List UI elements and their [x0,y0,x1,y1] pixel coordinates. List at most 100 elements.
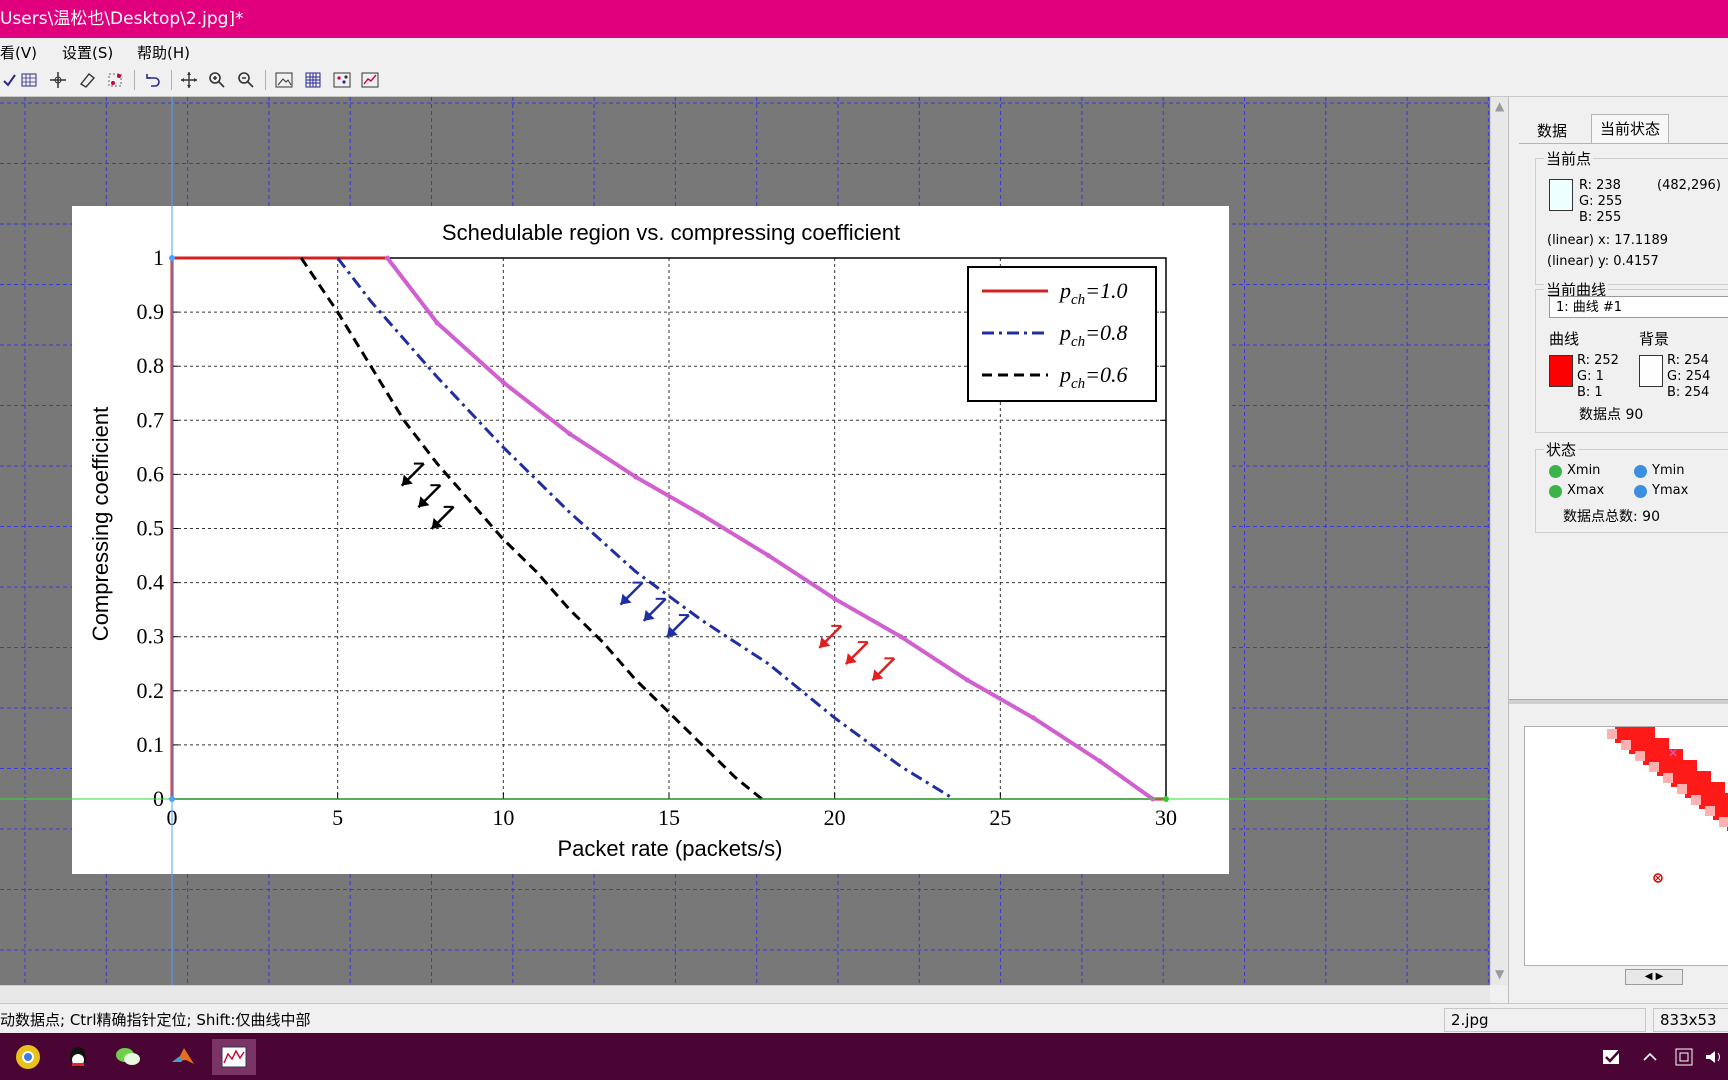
cp-y: (linear) y: 0.4157 [1547,254,1659,269]
qq-icon[interactable] [60,1039,96,1075]
y-tick-label: 0.4 [137,570,165,595]
legend: pch=1.0 pch=0.8 pch=0.6 [967,266,1157,402]
eraser-icon[interactable] [75,69,99,91]
scroll-down-icon[interactable]: ▼ [1495,967,1504,981]
svg-text:✕: ✕ [1668,746,1678,760]
chrome-icon[interactable] [10,1039,46,1075]
menu-bar: 看(V) 设置(S) 帮助(H) [0,38,1728,65]
zoom-in-icon[interactable] [205,69,229,91]
bg-g: G: 254 [1667,369,1711,384]
ymin-status-icon [1634,465,1647,478]
undo-icon[interactable] [140,69,164,91]
panel-splitter[interactable] [1509,699,1728,704]
xmin-label: Xmin [1567,463,1601,478]
x-tick-label: 15 [658,805,680,830]
xmax-label: Xmax [1567,483,1605,498]
status-title: 状态 [1544,439,1579,460]
digitized-point [384,255,390,261]
canvas-area[interactable]: Schedulable region vs. compressing coeff… [0,97,1490,985]
bg-r: R: 254 [1667,353,1709,368]
menu-help[interactable]: 帮助(H) [137,42,190,63]
magnified-pixel-edge [1663,773,1673,783]
crosshair-icon[interactable] [46,69,70,91]
magnified-pixel-edge [1719,817,1728,827]
total-points: 数据点总数: 90 [1563,509,1660,525]
grid-curve-icon[interactable] [17,69,41,91]
volume-icon[interactable] [1696,1039,1728,1075]
digitized-point [699,512,705,518]
vertical-scrollbar[interactable]: ▲ ▼ [1490,97,1509,985]
magnified-pixel-edge [1705,806,1715,816]
magnified-pixel-edge [1607,729,1617,739]
window-title: Users\温松也\Desktop\2.jpg]* [0,9,244,29]
curve-g: G: 1 [1577,369,1604,384]
curve-r: R: 252 [1577,353,1619,368]
taskbar [0,1033,1728,1080]
curve-select[interactable]: 1: 曲线 #1 [1549,296,1728,318]
grid-icon[interactable] [301,69,325,91]
menu-view[interactable]: 看(V) [0,42,37,63]
bg-b: B: 254 [1667,385,1710,400]
points-icon[interactable] [330,69,354,91]
cp-x: (linear) x: 17.1189 [1547,233,1669,248]
curve-points-count: 数据点 90 [1579,407,1644,423]
zoom-out-icon[interactable] [234,69,258,91]
magnified-pixel-edge [1649,762,1659,772]
magnifier-nav[interactable]: ◀ ▶ [1625,969,1683,985]
getdata-icon[interactable] [212,1039,256,1075]
horizontal-scrollbar[interactable] [0,985,1490,1004]
image-icon[interactable] [272,69,296,91]
status-bar: 动数据点; Ctrl精确指针定位; Shift:仅曲线中部 2.jpg 833x… [0,1003,1728,1034]
digitized-point [832,596,838,602]
ymax-status-icon [1634,485,1647,498]
digitized-point [1030,715,1036,721]
digitized-point [567,431,573,437]
xmin-status-icon [1549,465,1562,478]
x-axis-label: Packet rate (packets/s) [558,836,783,861]
ymin-marker[interactable] [169,796,175,802]
y-tick-label: 0.6 [137,461,165,486]
scroll-up-icon[interactable]: ▲ [1495,99,1504,113]
background-color-swatch[interactable] [1639,355,1663,387]
toolbar [0,64,1728,97]
tray-expand-icon[interactable] [1632,1039,1668,1075]
status-file: 2.jpg [1444,1008,1646,1032]
magnified-pixel-edge [1691,795,1701,805]
wechat-icon[interactable] [110,1039,146,1075]
curve-b: B: 1 [1577,385,1603,400]
bg-color-label: 背景 [1639,330,1670,348]
ymax-marker[interactable] [169,255,175,261]
move-icon[interactable] [177,69,201,91]
xmax-marker[interactable] [1163,796,1169,802]
y-tick-label: 0.8 [137,353,165,378]
menu-settings[interactable]: 设置(S) [62,42,113,63]
digitized-point [964,677,970,683]
title-bar: Users\温松也\Desktop\2.jpg]* [0,0,1728,38]
magnified-pixel-edge [1621,740,1631,750]
chart-icon[interactable] [358,69,382,91]
x-tick-label: 20 [824,805,846,830]
matlab-icon[interactable] [165,1039,201,1075]
current-point-title: 当前点 [1544,148,1594,169]
ymin-label: Ymin [1652,463,1685,478]
ymax-label: Ymax [1652,483,1689,498]
x-tick-label: 25 [989,805,1011,830]
scatter-select-icon[interactable] [103,69,127,91]
y-tick-label: 1 [153,245,164,270]
notification-check-icon[interactable] [1594,1039,1630,1075]
canvas-svg[interactable]: Schedulable region vs. compressing coeff… [0,97,1490,985]
tab-data[interactable]: 数据 [1529,117,1575,145]
digitized-point [633,474,639,480]
cp-coords: (482,296) [1657,178,1721,193]
cp-g: G: 255 [1579,194,1623,209]
tab-current-state[interactable]: 当前状态 [1591,114,1670,143]
side-panel: 数据 当前状态 当前点 R: 238 G: 255 B: 255 (482,29… [1508,97,1728,1003]
cp-r: R: 238 [1579,178,1621,193]
curve-color-swatch[interactable] [1549,355,1573,387]
xmax-status-icon [1549,485,1562,498]
y-tick-label: 0.1 [137,732,165,757]
status-hint: 动数据点; Ctrl精确指针定位; Shift:仅曲线中部 [0,1011,311,1029]
magnifier-preview: ✕ [1524,726,1728,966]
y-tick-label: 0.3 [137,624,165,649]
x-tick-label: 5 [332,805,343,830]
